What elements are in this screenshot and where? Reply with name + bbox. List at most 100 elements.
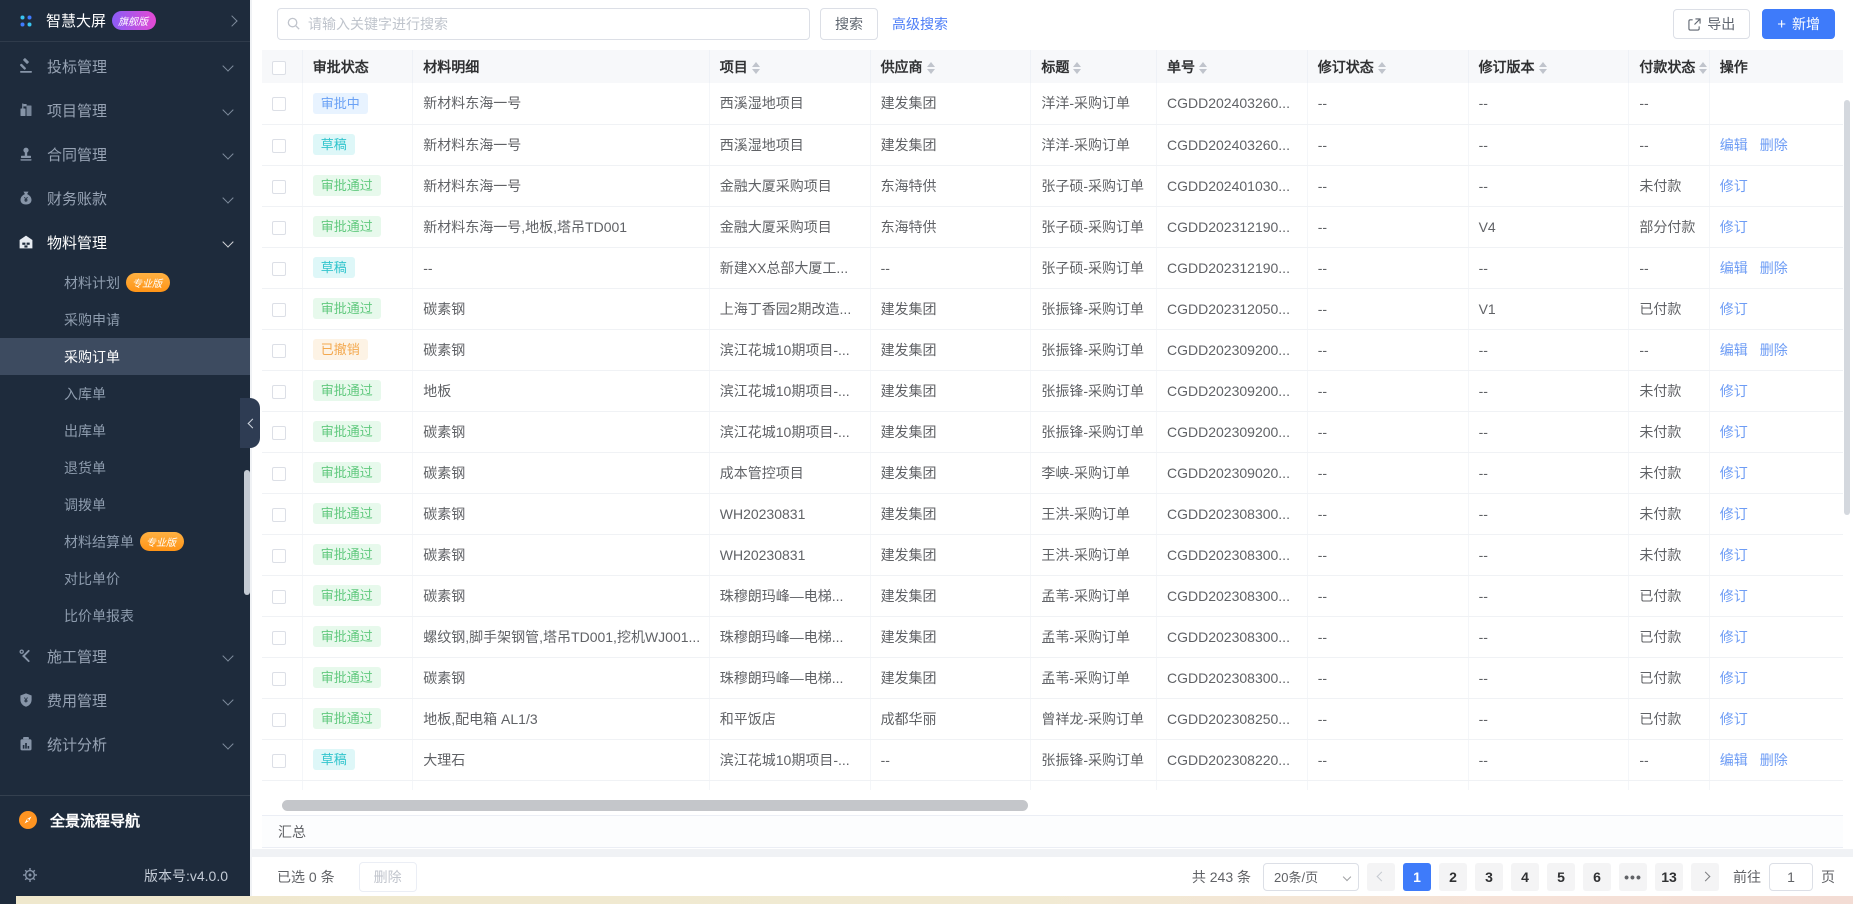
vertical-scrollbar-thumb[interactable] — [1844, 100, 1850, 515]
page-size-select[interactable]: 20条/页 — [1263, 863, 1359, 891]
next-page-button[interactable] — [1691, 863, 1719, 891]
revise-link[interactable]: 修订 — [1720, 670, 1748, 686]
page-button-1[interactable]: 1 — [1403, 863, 1431, 891]
sort-icon[interactable] — [927, 62, 935, 74]
page-button-13[interactable]: 13 — [1655, 863, 1683, 891]
sidebar-subitem-purchase-request[interactable]: 采购申请 — [0, 301, 250, 338]
delete-link[interactable]: 删除 — [1760, 752, 1788, 768]
row-checkbox[interactable] — [272, 713, 286, 727]
page-button-4[interactable]: 4 — [1511, 863, 1539, 891]
row-checkbox[interactable] — [272, 385, 286, 399]
revise-link[interactable]: 修订 — [1720, 424, 1748, 440]
sort-icon[interactable] — [1073, 62, 1081, 74]
sidebar-item-material[interactable]: 物料管理 — [0, 220, 250, 264]
sort-icon[interactable] — [1378, 62, 1386, 74]
revise-link[interactable]: 修订 — [1720, 547, 1748, 563]
sidebar-subitem-price-report[interactable]: 比价单报表 — [0, 597, 250, 634]
sidebar-subitem-outbound[interactable]: 出库单 — [0, 412, 250, 449]
row-checkbox[interactable] — [272, 303, 286, 317]
revise-link[interactable]: 修订 — [1720, 219, 1748, 235]
batch-delete-button[interactable]: 删除 — [359, 862, 417, 892]
page-button-5[interactable]: 5 — [1547, 863, 1575, 891]
sidebar-item-contract[interactable]: 合同管理 — [0, 132, 250, 176]
column-header-6[interactable]: 修订状态 — [1307, 50, 1468, 83]
cell-actions: 修订 — [1709, 698, 1843, 739]
revise-link[interactable]: 修订 — [1720, 711, 1748, 727]
cell-material: 碳素钢 — [413, 288, 710, 329]
revise-link[interactable]: 修订 — [1720, 383, 1748, 399]
row-checkbox[interactable] — [272, 549, 286, 563]
page-button-2[interactable]: 2 — [1439, 863, 1467, 891]
add-button-label: 新增 — [1792, 14, 1820, 34]
edit-link[interactable]: 编辑 — [1720, 137, 1748, 153]
row-checkbox[interactable] — [272, 508, 286, 522]
row-checkbox[interactable] — [272, 139, 286, 153]
advanced-search-link[interactable]: 高级搜索 — [892, 14, 948, 34]
delete-link[interactable]: 删除 — [1760, 137, 1788, 153]
add-button[interactable]: + 新增 — [1762, 9, 1835, 39]
sort-icon[interactable] — [1539, 62, 1547, 74]
row-checkbox[interactable] — [272, 754, 286, 768]
sort-icon[interactable] — [1699, 62, 1707, 74]
sort-icon[interactable] — [752, 62, 760, 74]
cell-order-no: CGDD202309200... — [1157, 370, 1308, 411]
sidebar-subitem-transfer[interactable]: 调拨单 — [0, 486, 250, 523]
sidebar-item-stats[interactable]: 统计分析 — [0, 722, 250, 766]
column-header-3[interactable]: 供应商 — [870, 50, 1031, 83]
sidebar-scrollbar-thumb[interactable] — [244, 470, 250, 595]
edit-link[interactable]: 编辑 — [1720, 260, 1748, 276]
edit-link[interactable]: 编辑 — [1720, 342, 1748, 358]
revise-link[interactable]: 修订 — [1720, 465, 1748, 481]
sidebar-brand[interactable]: 智慧大屏 旗舰版 — [0, 0, 250, 42]
row-checkbox[interactable] — [272, 590, 286, 604]
prev-page-button[interactable] — [1367, 863, 1395, 891]
row-checkbox[interactable] — [272, 97, 286, 111]
sidebar-subitem-purchase-order[interactable]: 采购订单 — [0, 338, 250, 375]
revise-link[interactable]: 修订 — [1720, 301, 1748, 317]
row-checkbox[interactable] — [272, 180, 286, 194]
sidebar-item-expense[interactable]: ¥费用管理 — [0, 678, 250, 722]
sort-icon[interactable] — [1199, 62, 1207, 74]
gear-icon[interactable] — [22, 867, 38, 886]
row-checkbox[interactable] — [272, 467, 286, 481]
row-checkbox[interactable] — [272, 262, 286, 276]
sidebar-item-project[interactable]: 项目管理 — [0, 88, 250, 132]
revise-link[interactable]: 修订 — [1720, 629, 1748, 645]
column-header-5[interactable]: 单号 — [1157, 50, 1308, 83]
row-checkbox[interactable] — [272, 631, 286, 645]
horizontal-scrollbar-thumb[interactable] — [282, 800, 1028, 811]
edit-link[interactable]: 编辑 — [1720, 752, 1748, 768]
sidebar-item-bidding[interactable]: 投标管理 — [0, 44, 250, 88]
column-header-4[interactable]: 标题 — [1031, 50, 1157, 83]
revise-link[interactable]: 修订 — [1720, 506, 1748, 522]
column-header-2[interactable]: 项目 — [709, 50, 870, 83]
revise-link[interactable]: 修订 — [1720, 588, 1748, 604]
sidebar-subitem-material-plan[interactable]: 材料计划专业版 — [0, 264, 250, 301]
export-button[interactable]: 导出 — [1673, 9, 1750, 39]
revise-link[interactable]: 修订 — [1720, 178, 1748, 194]
page-button-6[interactable]: 6 — [1583, 863, 1611, 891]
sidebar-subitem-inbound[interactable]: 入库单 — [0, 375, 250, 412]
column-header-7[interactable]: 修订版本 — [1468, 50, 1629, 83]
pages-more-button[interactable]: ••• — [1619, 863, 1647, 891]
delete-link[interactable]: 删除 — [1760, 342, 1788, 358]
search-button[interactable]: 搜索 — [820, 8, 878, 40]
sidebar-collapse-handle[interactable] — [240, 398, 260, 448]
sidebar-subitem-settlement[interactable]: 材料结算单专业版 — [0, 523, 250, 560]
select-all-checkbox[interactable] — [272, 61, 286, 75]
sidebar-subitem-price-compare[interactable]: 对比单价 — [0, 560, 250, 597]
search-input[interactable] — [277, 8, 810, 40]
delete-link[interactable]: 删除 — [1760, 260, 1788, 276]
sidebar-item-process-navigation[interactable]: 全景流程导航 — [0, 800, 250, 840]
row-checkbox[interactable] — [272, 344, 286, 358]
row-checkbox[interactable] — [272, 426, 286, 440]
row-checkbox[interactable] — [272, 221, 286, 235]
sidebar-item-construction[interactable]: 施工管理 — [0, 634, 250, 678]
page-button-3[interactable]: 3 — [1475, 863, 1503, 891]
goto-page-input[interactable] — [1769, 863, 1813, 891]
column-header-8[interactable]: 付款状态 — [1629, 50, 1709, 83]
chevron-down-icon — [222, 148, 233, 159]
sidebar-item-finance[interactable]: ¥财务账款 — [0, 176, 250, 220]
sidebar-subitem-return[interactable]: 退货单 — [0, 449, 250, 486]
row-checkbox[interactable] — [272, 672, 286, 686]
